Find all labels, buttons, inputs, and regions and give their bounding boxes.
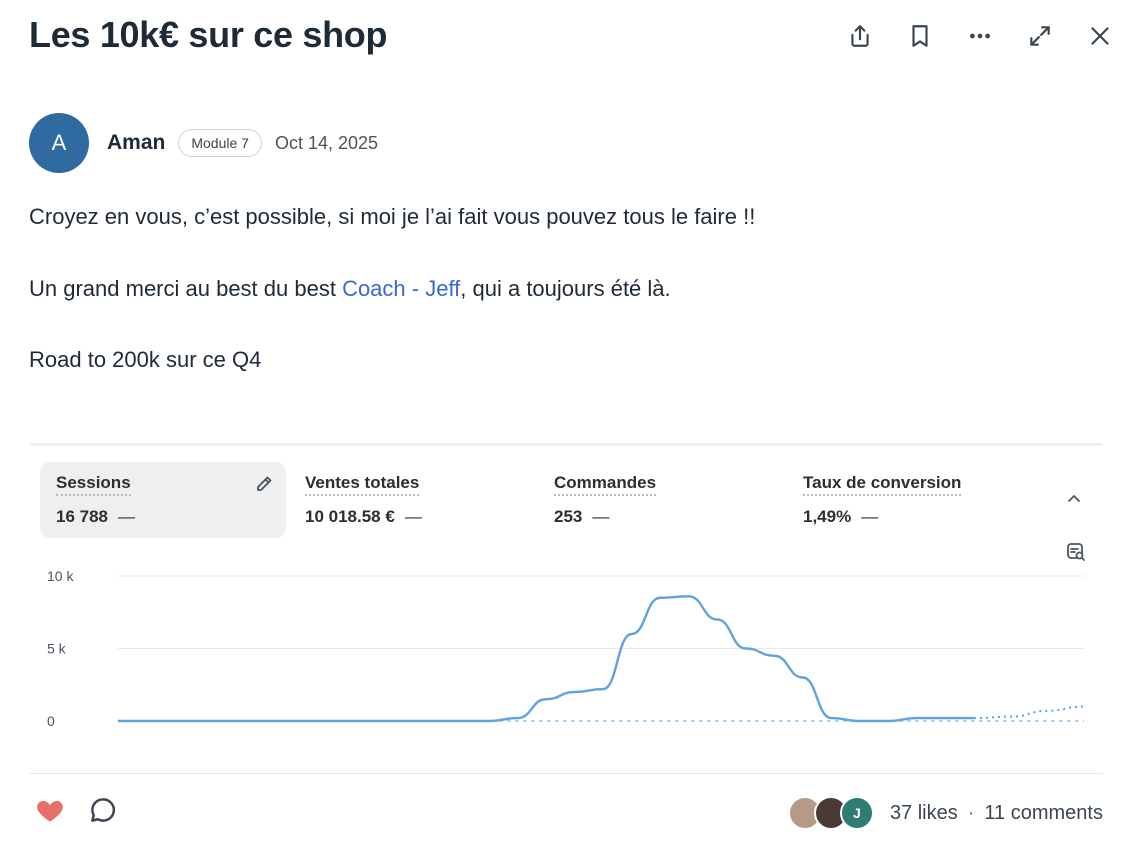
expand-icon[interactable] [1010, 18, 1070, 54]
author-row: A Aman Module 7 Oct 14, 2025 [29, 113, 378, 173]
post-title: Les 10k€ sur ce shop [29, 14, 388, 55]
author-name[interactable]: Aman [107, 131, 165, 155]
metric-label: Commandes [554, 473, 657, 496]
likes-count[interactable]: 37 likes [890, 802, 958, 825]
comment-icon[interactable] [88, 795, 122, 829]
post-date: Oct 14, 2025 [274, 132, 379, 153]
more-icon[interactable] [950, 18, 1010, 54]
separator: · [967, 801, 975, 824]
analytics-card: Sessions 16 788— Ventes totales 10 018.5… [29, 443, 1103, 776]
metric-label: Sessions [56, 473, 131, 496]
metric-label: Ventes totales [305, 473, 420, 496]
metric-sales[interactable]: Ventes totales 10 018.58 € — [289, 462, 535, 538]
y-tick-label: 0 [47, 713, 55, 729]
paragraph-text: Un grand merci au best du best [29, 275, 343, 301]
pencil-icon[interactable] [254, 474, 274, 494]
liker-avatar[interactable]: J [839, 796, 874, 830]
metric-sessions[interactable]: Sessions 16 788— [40, 462, 286, 538]
comments-count[interactable]: 11 comments [984, 802, 1103, 825]
y-tick-label: 5 k [47, 641, 67, 657]
metric-orders[interactable]: Commandes 253— [538, 462, 784, 538]
metric-value: 253— [554, 507, 610, 526]
metric-conversion[interactable]: Taux de conversion 1,49% — [787, 462, 1033, 538]
module-badge: Module 7 [178, 129, 262, 157]
metric-value: 10 018.58 € — [305, 507, 422, 526]
chevron-up-icon[interactable] [1065, 490, 1083, 508]
post-paragraph: Croyez en vous, c’est possible, si moi j… [29, 204, 756, 229]
close-icon[interactable] [1070, 18, 1130, 54]
reaction-bar [34, 795, 122, 829]
share-icon[interactable] [830, 18, 890, 54]
heart-icon[interactable] [34, 795, 68, 829]
metric-label: Taux de conversion [803, 473, 962, 496]
mention-link[interactable]: Coach - Jeff [342, 276, 460, 301]
post-paragraph: Un grand merci au best du best Coach - J… [29, 275, 755, 304]
post-body: Croyez en vous, c’est possible, si moi j… [29, 203, 755, 418]
bookmark-icon[interactable] [890, 18, 950, 54]
series-line [118, 595, 974, 723]
metric-value: 16 788— [56, 507, 135, 526]
header-actions [830, 18, 1130, 54]
post-paragraph: Road to 200k sur ce Q4 [29, 347, 262, 373]
liker-avatars[interactable]: J [787, 796, 874, 830]
sessions-chart: 10 k 5 k 0 [47, 568, 1085, 729]
divider [29, 773, 1103, 774]
author-avatar[interactable]: A [29, 113, 89, 173]
metric-value: 1,49% — [803, 507, 879, 526]
projection-line [973, 705, 1085, 720]
y-tick-label: 10 k [47, 568, 74, 584]
engagement-summary: J 37 likes · 11 comments [787, 796, 1103, 830]
paragraph-text: , qui a toujours été là. [460, 275, 671, 301]
